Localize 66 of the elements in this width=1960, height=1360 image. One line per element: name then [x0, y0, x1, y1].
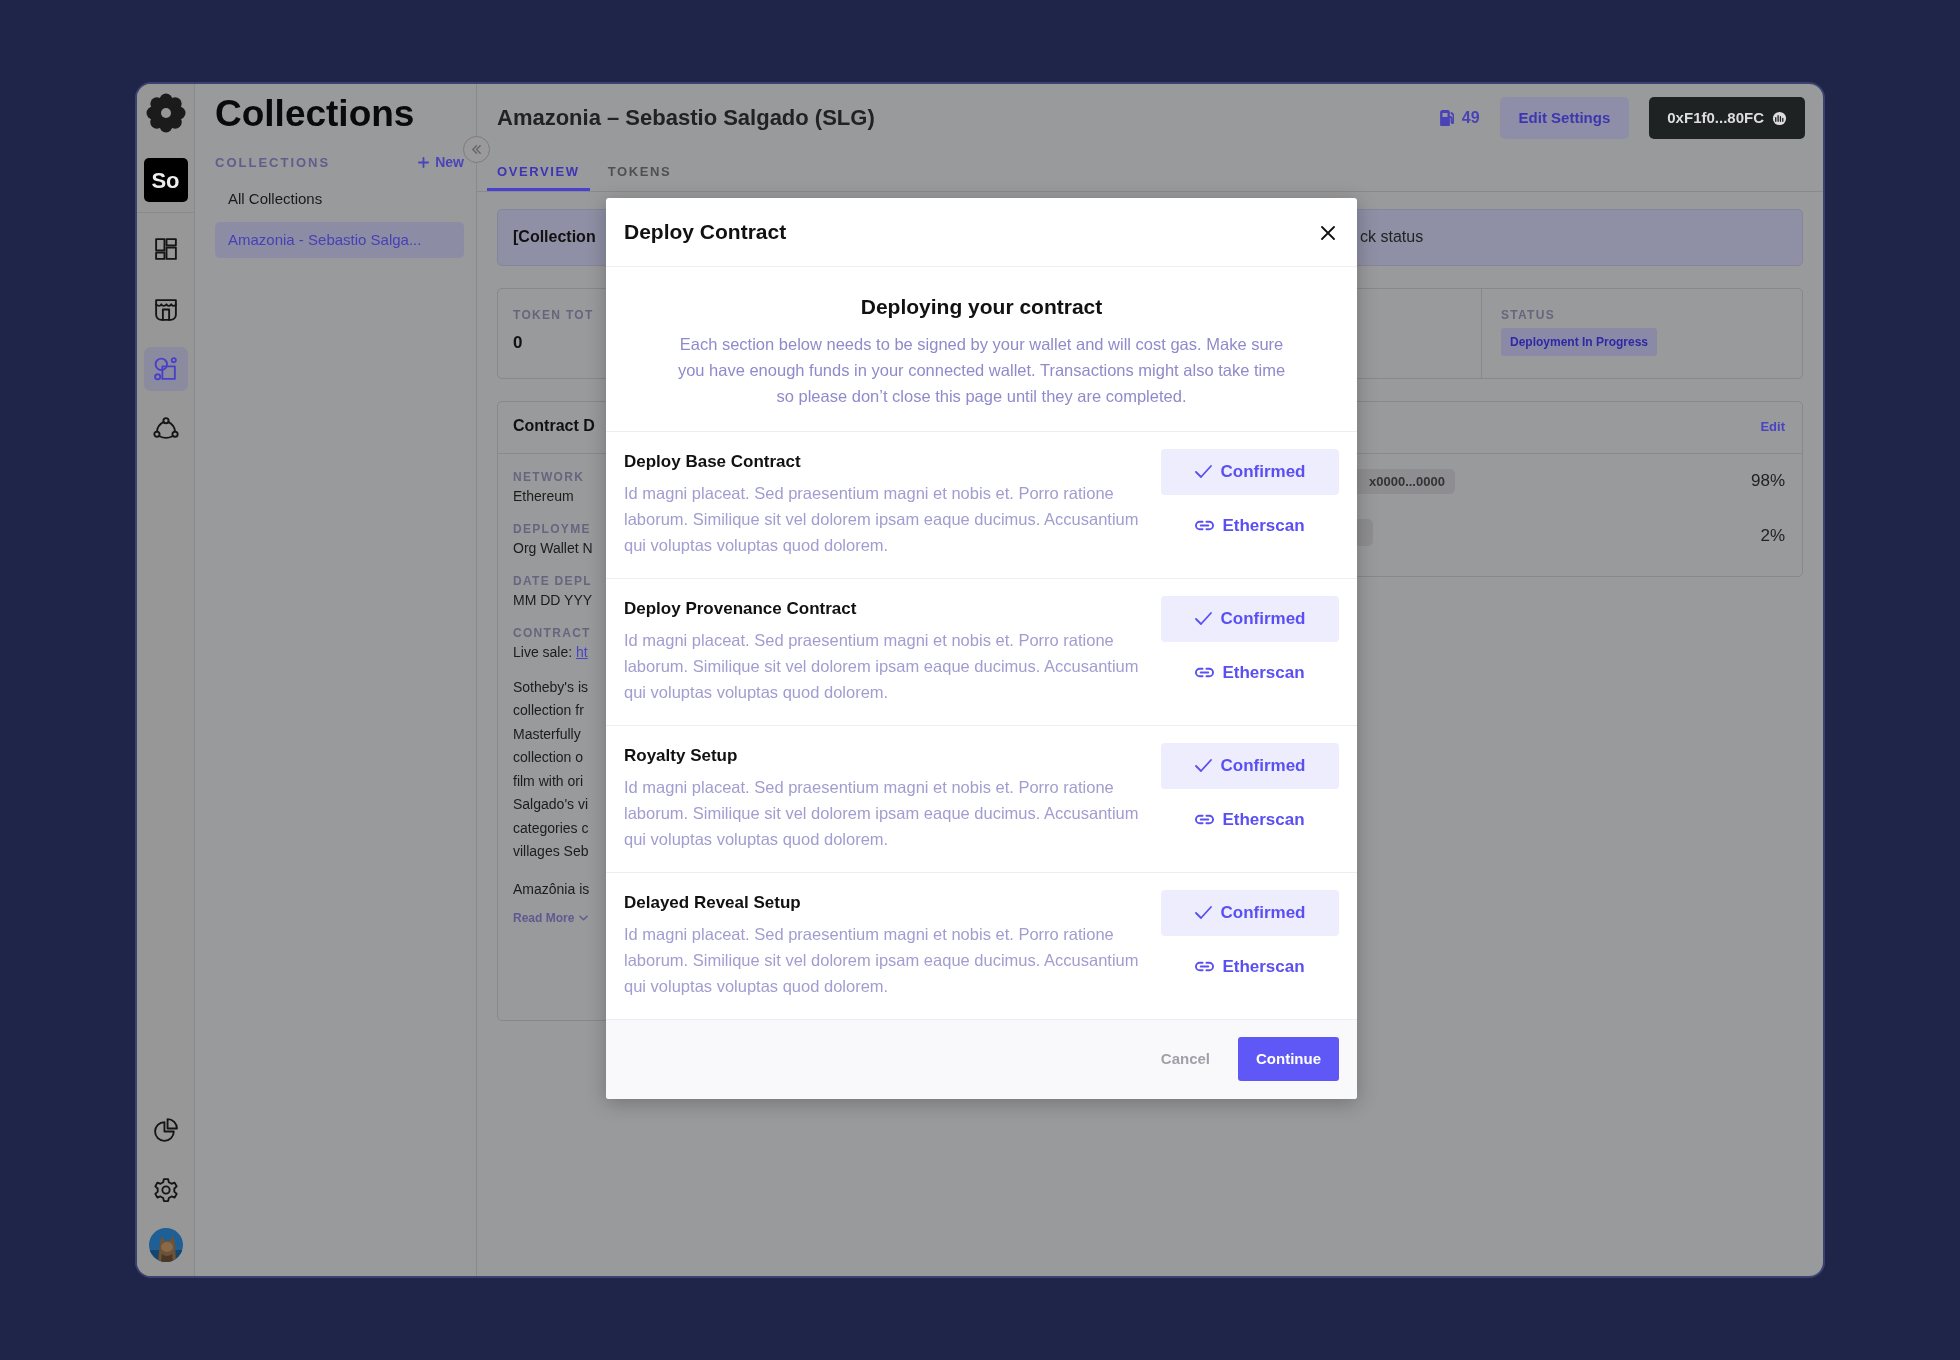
tab[interactable]: OVERVIEW — [487, 158, 590, 191]
step-description: Id magni placeat. Sed praesentium magni et nobis et. Porro ratione laborum. Similique sit vel dolorem ipsam eaque ducimus. Accusantium qui voluptas voluptas quod dolorem. — [624, 630, 1140, 703]
step-description: Id magni placeat. Sed praesentium magni et nobis et. Porro ratione laborum. Similique sit vel dolorem ipsam eaque ducimus. Accusantium qui voluptas voluptas quod dolorem. — [624, 483, 1140, 556]
share-value: 98% — [1750, 470, 1785, 493]
field-value: Org Wallet N — [513, 538, 594, 558]
plus-icon — [418, 157, 430, 169]
stat-value: 0 — [513, 331, 524, 354]
settings-icon — [152, 1177, 179, 1203]
status-button[interactable]: Confirmed — [1161, 595, 1339, 642]
section-label: COLLECTIONS — [215, 154, 331, 173]
field-value: MM DD YYY — [513, 590, 594, 610]
description-text: Sotheby's is collection fr Masterfully collection o film with ori Salgado's vi categories c villages Seb — [513, 677, 590, 861]
cancel-button[interactable]: Cancel — [1154, 1046, 1216, 1072]
collection-item[interactable]: Amazonia - Sebastio Salga... — [215, 221, 464, 259]
storefront-icon — [152, 296, 179, 322]
sale-link[interactable]: ht — [576, 643, 588, 660]
description-text: Amazônia is — [513, 879, 591, 899]
etherscan-link[interactable]: Etherscan — [1191, 508, 1309, 542]
link-icon — [1195, 519, 1215, 531]
status-button[interactable]: Confirmed — [1161, 889, 1339, 936]
chevron-down-icon — [579, 915, 589, 921]
workspace-button[interactable]: So — [143, 158, 188, 202]
wallet-logo-icon — [1772, 110, 1787, 126]
etherscan-link[interactable]: Etherscan — [1191, 655, 1309, 689]
page-title: Collections — [215, 92, 416, 136]
step-description: Id magni placeat. Sed praesentium magni et nobis et. Porro ratione laborum. Similique sit vel dolorem ipsam eaque ducimus. Accusantium qui voluptas voluptas quod dolorem. — [624, 777, 1140, 850]
network-icon — [152, 416, 179, 442]
shapes-icon — [152, 356, 179, 382]
check-icon — [1194, 906, 1212, 919]
share-value: 2% — [1760, 525, 1785, 548]
etherscan-link[interactable]: Etherscan — [1191, 802, 1309, 836]
pie-chart-icon — [152, 1117, 179, 1143]
step-title: Royalty Setup — [624, 744, 739, 767]
new-button[interactable]: New — [418, 152, 464, 174]
banner-title: [Collection — [512, 227, 597, 247]
edit-settings-button[interactable]: Edit Settings — [1499, 96, 1630, 140]
link-icon — [1195, 666, 1215, 678]
field-value: Ethereum — [513, 486, 575, 506]
gas-count: 49 — [1461, 108, 1480, 128]
link-icon — [1195, 813, 1215, 825]
etherscan-link[interactable]: Etherscan — [1191, 949, 1309, 983]
check-icon — [1194, 465, 1212, 478]
dashboard-icon — [152, 236, 179, 262]
step-description: Id magni placeat. Sed praesentium magni et nobis et. Porro ratione laborum. Similique sit vel dolorem ipsam eaque ducimus. Accusantium qui voluptas voluptas quod dolorem. — [624, 924, 1140, 997]
fuel-pump-icon — [1438, 110, 1454, 126]
wallet-button[interactable]: 0xF1f0...80FC — [1649, 96, 1805, 140]
edit-link[interactable]: Edit — [1760, 417, 1785, 437]
collection-item[interactable]: All Collections — [215, 181, 464, 218]
collection-title: Amazonia – Sebastio Salgado (SLG) — [497, 104, 875, 132]
field-value: Live sale: ht — [513, 642, 589, 662]
dialog-heading: Deploying your contract — [859, 294, 1104, 320]
logo-icon — [144, 92, 187, 134]
link-icon — [1195, 960, 1215, 972]
step-title: Deploy Provenance Contract — [624, 597, 858, 620]
status-button[interactable]: Confirmed — [1161, 742, 1339, 789]
step-title: Delayed Reveal Setup — [624, 891, 802, 914]
collapse-icon — [470, 143, 483, 156]
dialog-title: Deploy Contract — [624, 219, 787, 245]
continue-button[interactable]: Continue — [1238, 1036, 1339, 1082]
tab[interactable]: TOKENS — [597, 158, 682, 191]
check-icon — [1194, 759, 1212, 772]
status-badge: Deployment In Progress — [1501, 327, 1658, 356]
status-button[interactable]: Confirmed — [1161, 448, 1339, 495]
banner-text: ck status — [1359, 227, 1425, 247]
close-icon — [1321, 225, 1335, 240]
check-icon — [1194, 612, 1212, 625]
